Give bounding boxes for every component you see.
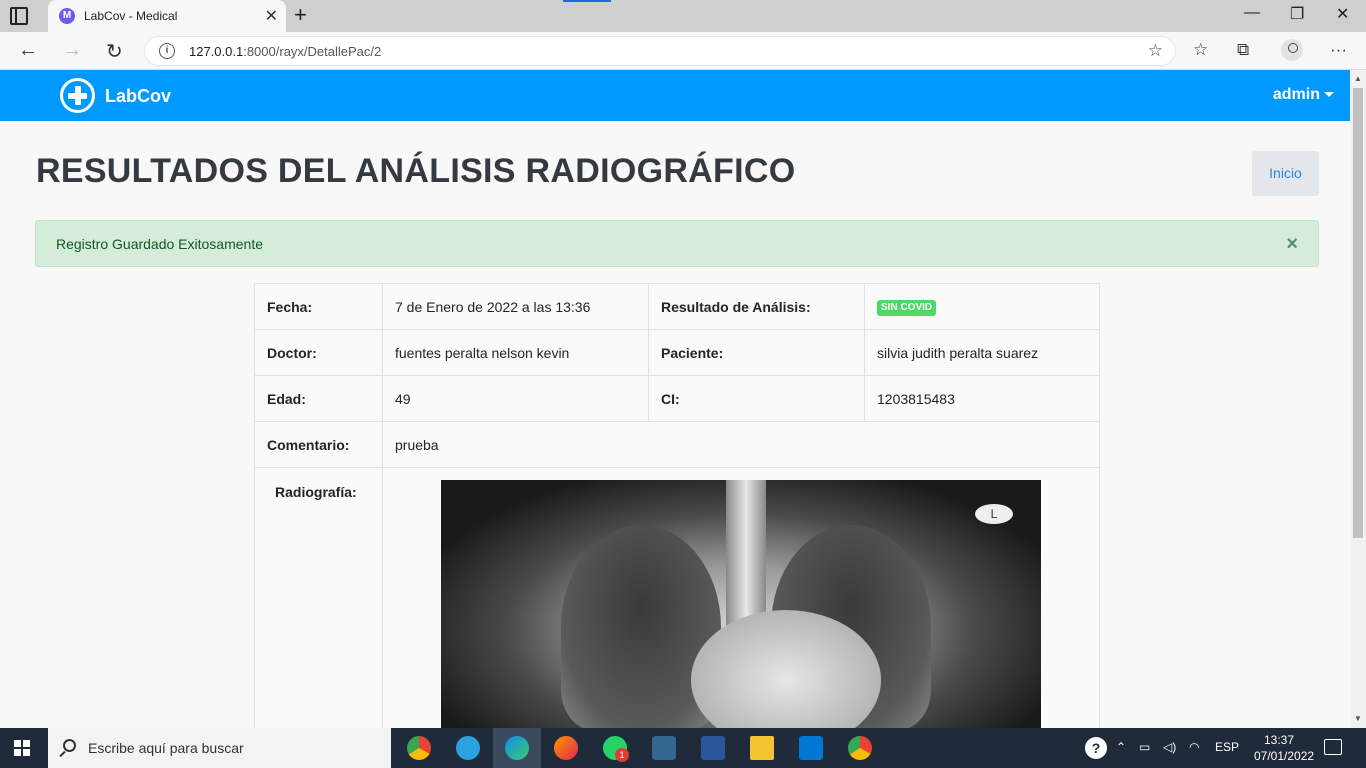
site-favicon-icon: M xyxy=(59,8,75,24)
help-icon[interactable]: ? xyxy=(1085,737,1107,759)
table-row: Comentario: prueba xyxy=(254,421,1100,468)
fecha-value: 7 de Enero de 2022 a las 13:36 xyxy=(382,283,649,330)
telegram-icon[interactable] xyxy=(456,736,480,760)
windows-start-icon[interactable] xyxy=(14,740,30,756)
back-icon[interactable]: ← xyxy=(18,39,38,62)
address-bar[interactable]: i 127.0.0.1:8000/rayx/DetallePac/2 ☆ xyxy=(144,36,1176,66)
whatsapp-notification-badge: 1 xyxy=(615,748,629,762)
caret-down-icon xyxy=(1324,92,1334,98)
ci-label: CI: xyxy=(648,375,865,422)
collections-icon[interactable]: ⧉ xyxy=(1237,40,1249,60)
user-dropdown[interactable]: admin xyxy=(1273,86,1334,104)
edad-label: Edad: xyxy=(254,375,383,422)
volume-icon[interactable]: ◁) xyxy=(1163,740,1176,754)
paciente-value: silvia judith peralta suarez xyxy=(864,329,1100,376)
scroll-down-icon[interactable]: ▼ xyxy=(1354,714,1362,723)
add-favorite-icon[interactable]: ☆ xyxy=(1148,41,1163,61)
search-placeholder: Escribe aquí para buscar xyxy=(88,740,244,756)
search-icon xyxy=(63,739,76,752)
clock-date: 07/01/2022 xyxy=(1254,749,1315,763)
table-row: Edad: 49 CI: 1203815483 xyxy=(254,375,1100,422)
table-row: Doctor: fuentes peralta nelson kevin Pac… xyxy=(254,329,1100,376)
pgadmin-icon[interactable] xyxy=(652,736,676,760)
browser-tab-bar: M LabCov - Medical ✕ + — ❐ ✕ xyxy=(0,0,1366,32)
xray-side-marker: L xyxy=(975,504,1013,524)
forward-icon[interactable]: → xyxy=(62,39,82,62)
browser-toolbar: ← → ↻ i 127.0.0.1:8000/rayx/DetallePac/2… xyxy=(0,32,1366,70)
close-tab-icon[interactable]: ✕ xyxy=(265,6,278,26)
scroll-up-icon[interactable]: ▲ xyxy=(1354,74,1362,83)
ci-value: 1203815483 xyxy=(864,375,1100,422)
notification-center-icon[interactable] xyxy=(1324,739,1342,755)
clock-time: 13:37 xyxy=(1263,733,1295,747)
battery-icon[interactable]: ▭ xyxy=(1139,740,1150,754)
chrome-icon[interactable] xyxy=(407,736,431,760)
resultado-cell: SIN COVID xyxy=(864,283,1100,330)
system-clock[interactable]: 13:37 07/01/2022 xyxy=(1254,732,1315,764)
analysis-details-table: Fecha: 7 de Enero de 2022 a las 13:36 Re… xyxy=(254,283,1100,734)
comentario-value: prueba xyxy=(382,421,1100,468)
restore-icon[interactable]: ❐ xyxy=(1290,4,1304,24)
vscode-icon[interactable] xyxy=(799,736,823,760)
table-row: Fecha: 7 de Enero de 2022 a las 13:36 Re… xyxy=(254,283,1100,330)
word-icon[interactable] xyxy=(701,736,725,760)
radiografia-cell: L xyxy=(382,467,1100,734)
alert-message: Registro Guardado Exitosamente xyxy=(56,236,263,252)
doctor-label: Doctor: xyxy=(254,329,383,376)
comentario-label: Comentario: xyxy=(254,421,383,468)
app-navbar: LabCov admin xyxy=(0,70,1350,121)
close-window-icon[interactable]: ✕ xyxy=(1336,4,1349,24)
more-menu-icon[interactable]: ··· xyxy=(1330,40,1347,60)
tab-strip-indicator xyxy=(563,0,611,2)
new-tab-icon[interactable]: + xyxy=(294,2,307,28)
page-scrollbar[interactable]: ▲ ▼ xyxy=(1350,70,1366,728)
profile-icon[interactable] xyxy=(1281,39,1303,61)
reload-icon[interactable]: ↻ xyxy=(106,39,123,64)
chest-xray-image: L xyxy=(441,480,1041,730)
table-row: Radiografía: L xyxy=(254,467,1100,734)
url-text: 127.0.0.1:8000/rayx/DetallePac/2 xyxy=(189,44,382,59)
whatsapp-icon[interactable]: 1 xyxy=(603,736,629,762)
firefox-icon[interactable] xyxy=(554,736,578,760)
taskbar-search[interactable]: Escribe aquí para buscar xyxy=(48,728,391,768)
page-title: RESULTADOS DEL ANÁLISIS RADIOGRÁFICO xyxy=(36,152,796,190)
inicio-button[interactable]: Inicio xyxy=(1252,151,1319,196)
status-badge: SIN COVID xyxy=(877,300,937,316)
windows-taskbar: Escribe aquí para buscar 1 ? ⌃ ▭ ◁) ◠ ES… xyxy=(0,728,1366,768)
paciente-label: Paciente: xyxy=(648,329,865,376)
fecha-label: Fecha: xyxy=(254,283,383,330)
alert-close-icon[interactable]: × xyxy=(1286,233,1298,256)
show-hidden-icons-icon[interactable]: ⌃ xyxy=(1116,740,1126,754)
browser-tab[interactable]: M LabCov - Medical ✕ xyxy=(48,0,286,32)
scrollbar-thumb[interactable] xyxy=(1353,88,1363,538)
site-info-icon[interactable]: i xyxy=(159,43,175,59)
minimize-icon[interactable]: — xyxy=(1244,4,1260,22)
radiografia-label: Radiografía: xyxy=(254,467,383,734)
language-indicator[interactable]: ESP xyxy=(1215,740,1239,754)
wifi-icon[interactable]: ◠ xyxy=(1189,740,1199,754)
tab-actions-icon[interactable] xyxy=(10,7,28,25)
file-explorer-icon[interactable] xyxy=(750,736,774,760)
resultado-label: Resultado de Análisis: xyxy=(648,283,865,330)
edge-icon[interactable] xyxy=(505,736,529,760)
tab-title: LabCov - Medical xyxy=(84,9,178,23)
brand-name[interactable]: LabCov xyxy=(105,86,171,107)
doctor-value: fuentes peralta nelson kevin xyxy=(382,329,649,376)
success-alert: Registro Guardado Exitosamente × xyxy=(35,220,1319,267)
favorites-icon[interactable]: ☆ xyxy=(1193,40,1208,60)
medical-cross-logo-icon[interactable] xyxy=(60,78,95,113)
edad-value: 49 xyxy=(382,375,649,422)
user-name: admin xyxy=(1272,86,1320,103)
chrome-profile-icon[interactable] xyxy=(848,736,872,760)
